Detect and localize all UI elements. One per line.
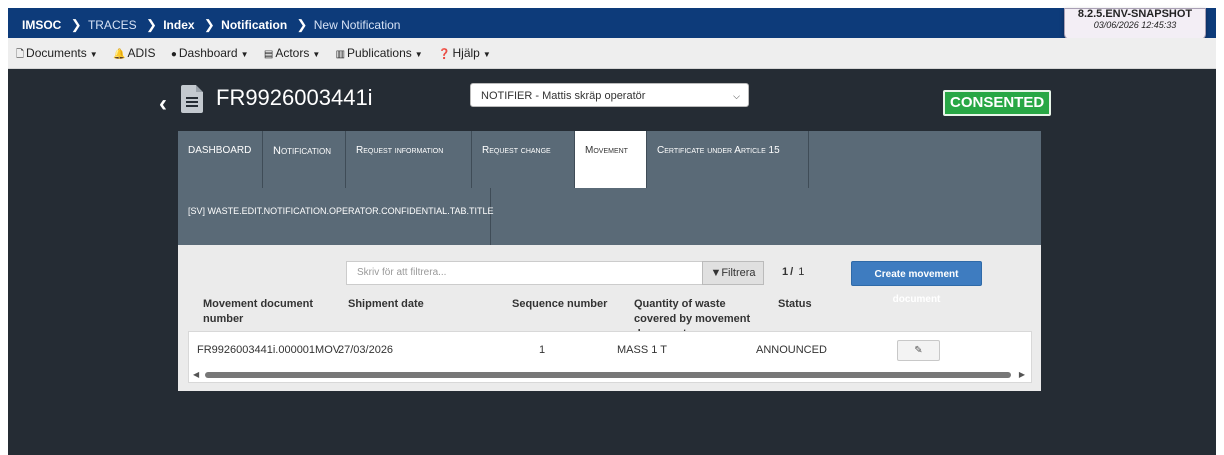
document-icon	[181, 85, 203, 113]
breadcrumb-new-notification: New Notification	[313, 18, 401, 32]
notifier-select-value: NOTIFIER - Mattis skräp operatör	[481, 90, 646, 102]
question-icon: ❓	[438, 49, 451, 60]
tab-dashboard-label: DASHBOARD	[188, 145, 252, 156]
tab-certificate-article-15-label: Certificate under Article 15	[657, 145, 780, 156]
column-status[interactable]: Status	[778, 297, 812, 312]
cell-quantity: MASS 1 T	[617, 344, 667, 356]
menu-help[interactable]: ❓ Hjälp ▼	[438, 46, 491, 60]
breadcrumb-index[interactable]: Index	[163, 18, 194, 32]
edit-button[interactable]: ✎	[897, 340, 940, 361]
book-icon: ▥	[335, 49, 346, 60]
menu-adis-label: ADIS	[127, 46, 156, 60]
caret-down-icon: ▼	[414, 50, 423, 59]
tab-request-information[interactable]: Request information	[346, 131, 472, 188]
version-timestamp: 03/06/2026 12:45:33	[1093, 20, 1177, 30]
cell-movement-number: FR9926003441i.000001MOV	[197, 344, 341, 356]
filter-icon: ▼	[710, 267, 722, 279]
filter-button[interactable]: ▼Filtrera	[702, 261, 764, 285]
breadcrumb-imsoc[interactable]: IMSOC	[22, 18, 61, 32]
tab-request-change[interactable]: Request change	[472, 131, 575, 188]
status-badge: CONSENTED	[943, 90, 1052, 116]
caret-down-icon: ▼	[482, 50, 491, 59]
tab-certificate-article-15[interactable]: Certificate under Article 15	[647, 131, 809, 188]
movement-panel: Skriv för att filtrera... ▼Filtrera 1/ 1…	[178, 245, 1041, 391]
chevron-right-icon: ❯	[296, 17, 308, 32]
pagination: 1/ 1	[782, 266, 804, 278]
version-label: 8.2.5.ENV-SNAPSHOT	[1077, 8, 1193, 20]
table-row: FR9926003441i.000001MOV 27/03/2026 1 MAS…	[188, 331, 1032, 383]
edit-icon: ✎	[914, 345, 923, 356]
tab-request-information-label: Request information	[356, 145, 444, 156]
back-arrow-icon[interactable]: ‹	[159, 90, 167, 118]
scrollbar-thumb[interactable]	[205, 372, 1011, 378]
page-separator: /	[790, 266, 794, 278]
chevron-right-icon: ❯	[203, 17, 215, 32]
menu-dashboard-label: Dashboard	[178, 46, 238, 60]
chevron-down-icon: ⌵	[733, 91, 740, 101]
menu-adis[interactable]: 🔔 ADIS	[113, 46, 155, 60]
top-bar: IMSOC ❯ TRACES ❯ Index ❯ Notification ❯ …	[8, 8, 1216, 40]
caret-down-icon: ▼	[240, 50, 249, 59]
menu-publications-label: Publications	[347, 46, 412, 60]
tab-dashboard[interactable]: DASHBOARD	[178, 131, 263, 188]
menu-bar: 🗋 Documents ▼ 🔔 ADIS ● Dashboard ▼ ▤ Actors ▼ ▥…	[8, 38, 1216, 69]
tab-movement[interactable]: Movement	[575, 131, 647, 188]
id-card-icon: ▤	[263, 49, 274, 60]
document-number-title: FR9926003441i	[216, 85, 373, 110]
cell-shipment-date: 27/03/2026	[338, 344, 394, 356]
cell-status: ANNOUNCED	[756, 344, 827, 356]
version-badge: 8.2.5.ENV-SNAPSHOT 03/06/2026 12:45:33	[1064, 8, 1206, 40]
tab-movement-label: Movement	[585, 145, 628, 156]
tab-notification[interactable]: Notification	[263, 131, 346, 188]
page-total: 1	[798, 266, 805, 278]
horizontal-scrollbar[interactable]: ◀ ▶	[191, 370, 1029, 380]
filter-input[interactable]: Skriv för att filtrera...	[346, 261, 702, 285]
menu-help-label: Hjälp	[452, 46, 480, 60]
menu-actors[interactable]: ▤ Actors ▼	[264, 46, 320, 60]
column-sequence-number[interactable]: Sequence number	[512, 297, 607, 312]
caret-down-icon: ▼	[89, 50, 98, 59]
menu-documents[interactable]: 🗋 Documents ▼	[16, 46, 98, 64]
scroll-right-icon[interactable]: ▶	[1019, 370, 1025, 379]
filter-button-label: Filtrera	[721, 267, 756, 279]
column-shipment-date[interactable]: Shipment date	[348, 297, 424, 312]
tabs-panel: DASHBOARD Notification Request informati…	[178, 131, 1041, 245]
notifier-select[interactable]: NOTIFIER - Mattis skräp operatör ⌵	[470, 83, 749, 107]
tab-confidential-label: [SV] WASTE.EDIT.NOTIFICATION.OPERATOR.CO…	[188, 206, 494, 216]
main-area: ‹ FR9926003441i NOTIFIER - Mattis skräp …	[8, 69, 1216, 455]
menu-dashboard[interactable]: ● Dashboard ▼	[171, 46, 249, 60]
tab-notification-label: Notification	[273, 145, 332, 157]
menu-actors-label: Actors	[275, 46, 310, 60]
create-movement-document-button[interactable]: Create movement document	[851, 261, 982, 305]
globe-icon: ●	[170, 49, 177, 60]
tab-confidential[interactable]: [SV] WASTE.EDIT.NOTIFICATION.OPERATOR.CO…	[178, 188, 494, 245]
caret-down-icon: ▼	[312, 50, 321, 59]
menu-documents-label: Documents	[26, 46, 87, 60]
menu-publications[interactable]: ▥ Publications ▼	[336, 46, 423, 60]
chevron-right-icon: ❯	[145, 17, 157, 32]
cell-sequence: 1	[539, 344, 546, 356]
breadcrumb-notification[interactable]: Notification	[221, 18, 287, 32]
breadcrumb: IMSOC ❯ TRACES ❯ Index ❯ Notification ❯ …	[22, 17, 400, 33]
page-current: 1	[782, 266, 789, 278]
column-movement-document-number[interactable]: Movement document number	[203, 297, 323, 327]
tab-request-change-label: Request change	[482, 145, 551, 156]
scroll-left-icon[interactable]: ◀	[193, 370, 199, 379]
chevron-right-icon: ❯	[70, 17, 82, 32]
bell-icon: 🔔	[113, 49, 126, 60]
breadcrumb-traces[interactable]: TRACES	[88, 18, 137, 32]
file-icon: 🗋	[16, 49, 25, 60]
